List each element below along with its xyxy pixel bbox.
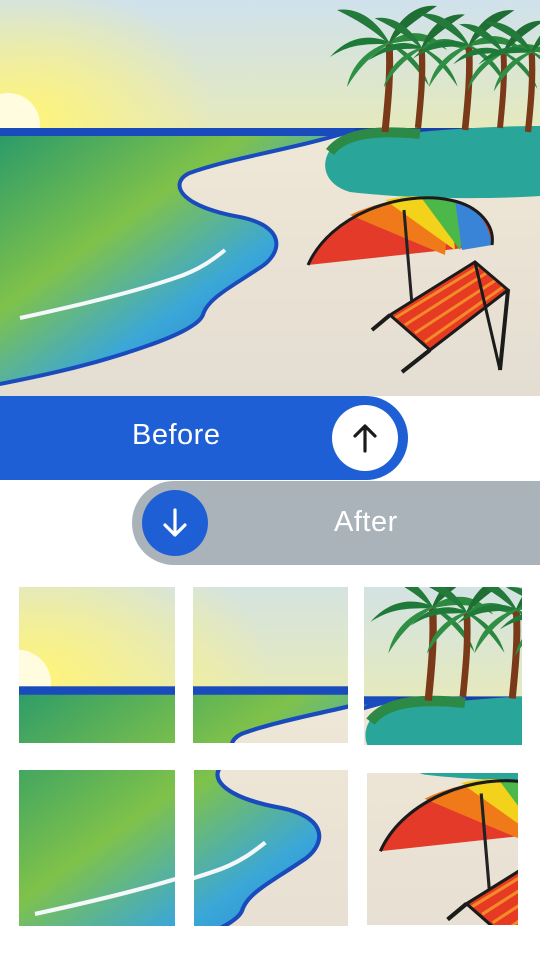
before-toggle[interactable]: Before: [0, 396, 408, 480]
puzzle-tile-sunset-sea[interactable]: [19, 587, 175, 743]
puzzle-tile-waves[interactable]: [19, 770, 175, 926]
beach-drawing-image: [0, 0, 540, 396]
puzzle-tile-beach-umbrella-edge[interactable]: [194, 770, 348, 926]
arrow-down-icon: [163, 508, 187, 537]
after-label: After: [334, 506, 398, 538]
arrow-down-button[interactable]: [142, 490, 208, 556]
arrow-up-icon: [353, 424, 377, 453]
arrow-up-button[interactable]: [332, 405, 398, 471]
before-label: Before: [132, 419, 221, 451]
puzzle-tile-shore-palms[interactable]: [193, 587, 348, 743]
after-toggle[interactable]: After: [132, 481, 540, 565]
puzzle-tile-palm-island[interactable]: [364, 587, 522, 745]
puzzle-tile-umbrella-chair[interactable]: [367, 773, 518, 925]
